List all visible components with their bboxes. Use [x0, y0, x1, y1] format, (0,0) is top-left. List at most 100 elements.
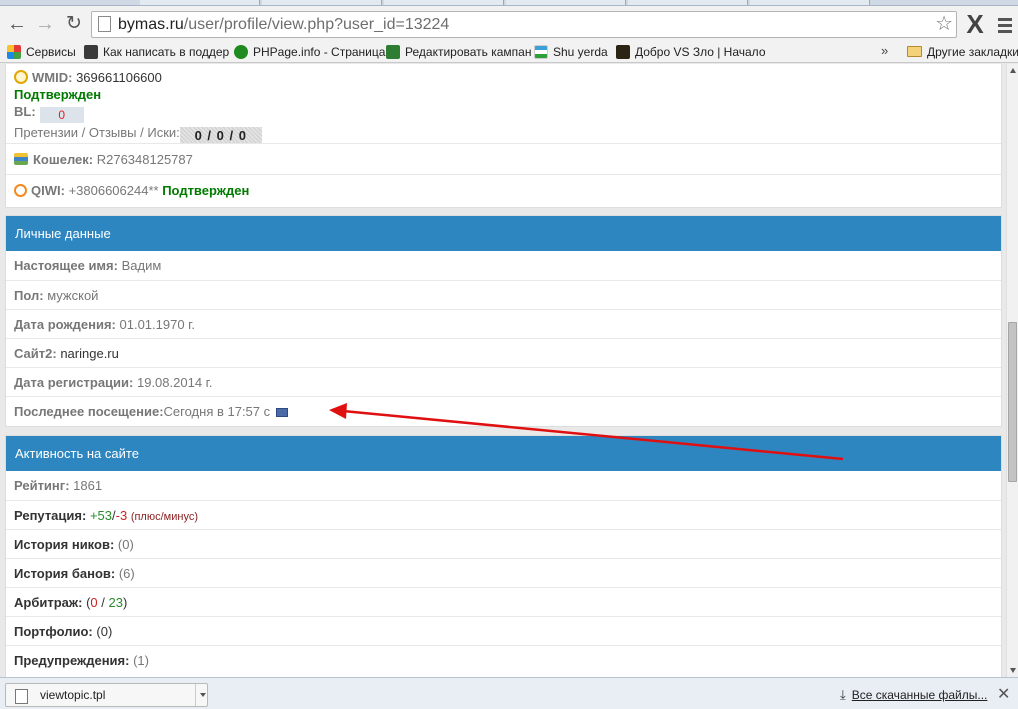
bl-value: 0	[39, 107, 84, 123]
bookmark-label: PHPage.info - Страница	[253, 45, 386, 59]
page-viewport: WMID: 369661106600 Подтвержден BL: 0 Прет…	[0, 64, 1006, 677]
ban-history-label: История банов:	[14, 566, 116, 581]
nick-history-row: История ников: (0)	[6, 529, 1001, 558]
payment-info-panel: WMID: 369661106600 Подтвержден BL: 0 Прет…	[5, 64, 1002, 208]
birth-date-value: 01.01.1970 г.	[119, 317, 195, 332]
reputation-plus: +53	[89, 508, 112, 523]
browser-tab[interactable]	[506, 0, 626, 5]
real-name-value: Вадим	[121, 258, 162, 273]
folder-icon	[907, 46, 922, 57]
wallet-value: R276348125787	[96, 152, 193, 167]
qiwi-status: Подтвержден	[162, 183, 250, 198]
site-link[interactable]: naringe.ru	[60, 346, 119, 361]
bookmark-item[interactable]: Сервисы	[7, 44, 76, 60]
site-activity-panel: Активность на сайте Рейтинг: 1861 Репута…	[5, 435, 1002, 677]
registration-date-label: Дата регистрации:	[14, 375, 134, 390]
more-bookmarks-chevron[interactable]: »	[881, 43, 888, 58]
browser-toolbar: ← → ↻ bymas.ru/user/profile/view.php?use…	[0, 6, 1018, 42]
back-arrow-icon[interactable]: ←	[6, 14, 28, 36]
ban-history-link[interactable]: (6)	[119, 566, 135, 581]
arbitration-total-link[interactable]: 23	[108, 595, 122, 610]
url-path: /user/profile/view.php?user_id=13224	[183, 16, 450, 33]
reload-icon[interactable]: ↻	[63, 14, 85, 36]
real-name-label: Настоящее имя:	[14, 258, 118, 273]
reputation-note: (плюс/минус)	[130, 511, 198, 523]
bookmark-label: Сервисы	[26, 45, 76, 59]
scroll-up-arrow-icon[interactable]	[1010, 68, 1016, 73]
bookmark-item[interactable]: Shu yerda	[534, 44, 608, 60]
gender-row: Пол: мужской	[6, 280, 1001, 309]
personal-data-panel: Личные данные Настоящее имя: Вадим Пол: …	[5, 215, 1002, 427]
url-text[interactable]: bymas.ru/user/profile/view.php?user_id=1…	[118, 15, 449, 35]
wallet-icon	[14, 153, 28, 165]
download-item[interactable]: viewtopic.tpl	[5, 683, 208, 707]
wmid-label: WMID:	[32, 70, 73, 85]
warnings-link[interactable]: (1)	[133, 653, 149, 668]
other-bookmarks-folder[interactable]: Другие закладки	[907, 44, 1018, 60]
real-name-row: Настоящее имя: Вадим	[6, 251, 1001, 280]
reputation-minus: -3	[115, 508, 128, 523]
arbitration-row: Арбитраж: (0 / 23)	[6, 587, 1001, 616]
stop-loading-icon[interactable]: X	[962, 11, 988, 37]
nick-history-label: История ников:	[14, 537, 115, 552]
last-visit-value: Сегодня в 17:57 с	[163, 404, 271, 419]
download-icon: ⤓	[840, 687, 846, 702]
site-label: Сайт2:	[14, 346, 57, 361]
browser-tab[interactable]	[262, 0, 382, 5]
bookmark-item[interactable]: Добро VS Зло | Начало	[616, 44, 766, 60]
registration-date-row: Дата регистрации: 19.08.2014 г.	[6, 367, 1001, 396]
forward-arrow-icon[interactable]: →	[34, 14, 56, 36]
arbitration-lost-link[interactable]: 0	[90, 595, 97, 610]
site-activity-heading: Активность на сайте	[6, 436, 1001, 471]
bookmark-item[interactable]: Редактировать кампан	[386, 44, 531, 60]
bookmark-label: Как написать в поддер	[103, 45, 230, 59]
computer-icon	[276, 408, 289, 417]
browser-tab[interactable]	[384, 0, 504, 5]
scroll-down-arrow-icon[interactable]	[1010, 668, 1016, 673]
dobro-zlo-icon	[616, 45, 630, 59]
registration-date-value: 19.08.2014 г.	[136, 375, 213, 390]
birth-date-row: Дата рождения: 01.01.1970 г.	[6, 309, 1001, 338]
bookmark-star-icon[interactable]: ☆	[935, 12, 953, 37]
scrollbar-thumb[interactable]	[1008, 322, 1017, 482]
warnings-label: Предупреждения:	[14, 653, 130, 668]
page-icon	[98, 16, 111, 32]
download-menu-chevron-icon[interactable]	[200, 693, 206, 697]
gender-value: мужской	[47, 288, 99, 303]
arbitration-close-paren: )	[122, 595, 128, 610]
claims-label: Претензии / Отзывы / Иски:	[14, 125, 180, 140]
last-visit-label: Последнее посещение:	[14, 404, 164, 419]
browser-menu-icon[interactable]	[998, 18, 1012, 36]
last-visit-row: Последнее посещение:Сегодня в 17:57 с	[6, 396, 1001, 426]
qiwi-value: +3806606244**	[68, 183, 159, 198]
bookmarks-bar: Сервисы Как написать в поддер PHPage.inf…	[0, 42, 1018, 63]
portfolio-link[interactable]: (0)	[96, 624, 112, 639]
address-bar[interactable]: bymas.ru/user/profile/view.php?user_id=1…	[91, 11, 957, 38]
browser-tab[interactable]	[140, 0, 260, 5]
bookmark-label: Добро VS Зло | Начало	[635, 45, 766, 59]
reputation-row: Репутация: +53/-3 (плюс/минус)	[6, 500, 1001, 529]
bookmark-item[interactable]: PHPage.info - Страница	[234, 44, 385, 60]
wmid-value: 369661106600	[76, 70, 162, 85]
rating-row: Рейтинг: 1861	[6, 471, 1001, 500]
page-scrollbar[interactable]	[1006, 64, 1018, 677]
phpage-icon	[234, 45, 248, 59]
webmoney-icon	[14, 70, 28, 84]
arbitration-separator: /	[97, 595, 109, 610]
close-icon[interactable]: ✕	[997, 684, 1010, 704]
wmid-row: WMID: 369661106600 Подтвержден BL: 0 Прет…	[6, 64, 1001, 144]
gmail-icon	[84, 45, 98, 59]
wallet-row: Кошелек: R276348125787	[6, 143, 1001, 174]
url-host: bymas.ru	[118, 16, 184, 33]
browser-tab[interactable]	[750, 0, 870, 5]
bookmark-item[interactable]: Как написать в поддер	[84, 44, 229, 60]
other-bookmarks-label: Другие закладки	[927, 45, 1018, 59]
personal-data-heading: Личные данные	[6, 216, 1001, 251]
nick-history-link[interactable]: (0)	[118, 537, 134, 552]
bookmark-label: Shu yerda	[553, 45, 608, 59]
file-icon	[15, 689, 28, 704]
all-downloads-link[interactable]: ⤓ Все скачанные файлы...	[840, 687, 987, 703]
claims-value: 0 / 0 / 0	[179, 127, 262, 144]
browser-tab[interactable]	[628, 0, 748, 5]
qiwi-row: QIWI: +3806606244** Подтвержден	[6, 174, 1001, 205]
